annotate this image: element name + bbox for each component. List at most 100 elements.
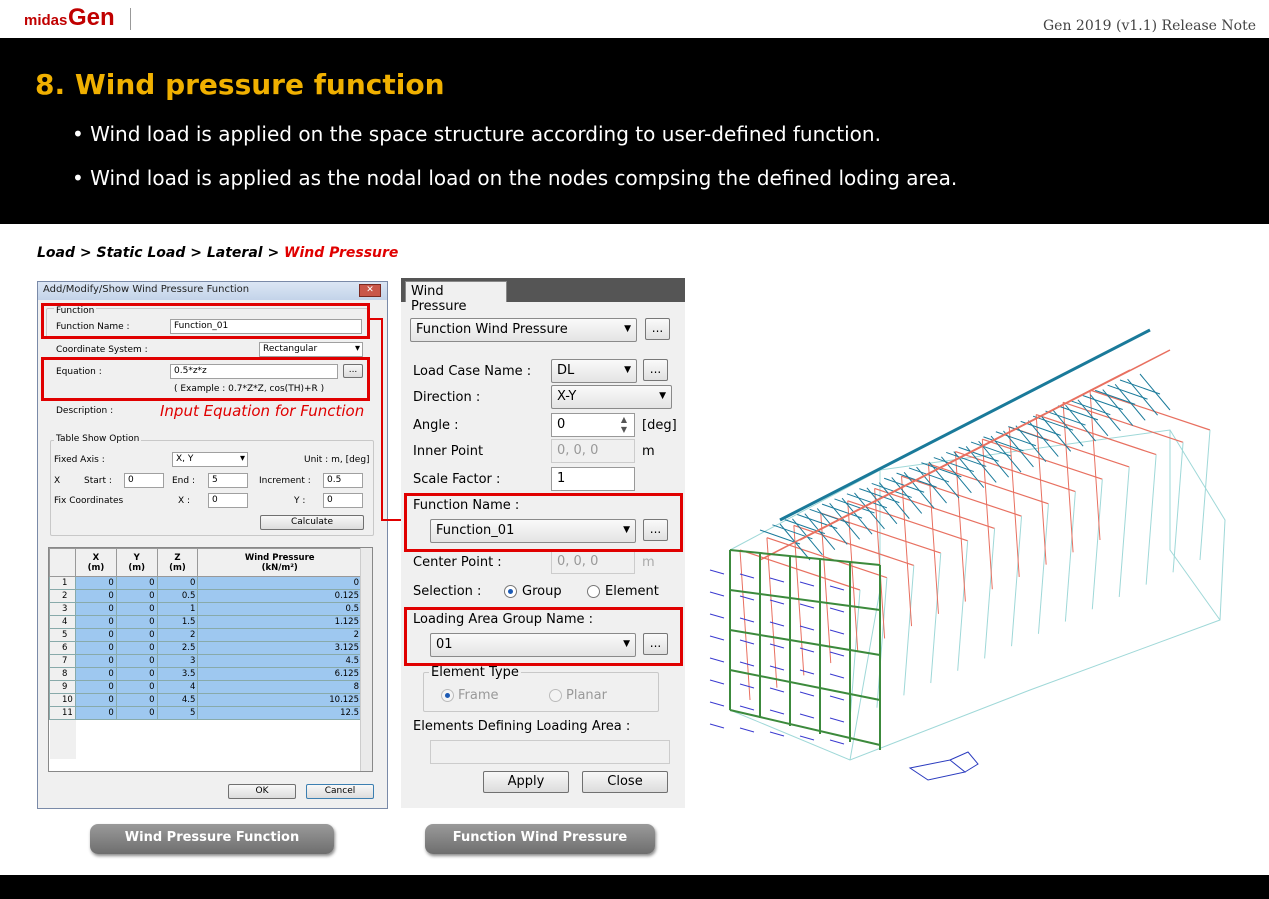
table-cell[interactable]: 1.5 [156,615,199,629]
table-row[interactable]: 7 0 0 3 4.5 [49,654,362,668]
table-cell[interactable]: 1.125 [197,615,362,629]
table-cell[interactable]: 0 [115,615,158,629]
table-cell[interactable]: 0 [115,589,158,603]
table-cell[interactable]: 10.125 [197,693,362,707]
table-row[interactable]: 11 0 0 5 12.5 [49,706,362,720]
table-row[interactable]: 2 0 0 0.5 0.125 [49,589,362,603]
table-scrollbar[interactable] [360,548,372,771]
scale-factor-label: Scale Factor : [413,472,501,487]
table-cell[interactable]: 2 [156,628,199,642]
fix-y-label: Y : [294,496,306,506]
table-cell[interactable]: 0.5 [156,589,199,603]
col-z: Z (m) [156,548,199,577]
direction-select[interactable]: X-Y [551,385,672,409]
frame-radio[interactable] [441,689,454,702]
fix-x-input[interactable]: 0 [208,493,248,508]
table-row[interactable]: 8 0 0 3.5 6.125 [49,667,362,681]
table-row[interactable]: 4 0 0 1.5 1.125 [49,615,362,629]
coordinate-system-select[interactable]: Rectangular [259,342,363,357]
axis-triad-icon [908,751,979,781]
angle-spinner-icon[interactable]: ▲ ▼ [616,415,632,435]
table-cell[interactable]: 5 [156,706,199,720]
logo-gen: Gen [68,4,115,31]
table-row[interactable]: 10000 [49,576,362,590]
row-number: 3 [49,602,76,616]
table-cell[interactable]: 4 [156,680,199,694]
annotation-input-equation: Input Equation for Function [160,402,365,420]
table-cell[interactable]: 0.5 [197,602,362,616]
table-cell[interactable]: 0 [75,602,117,616]
table-cell[interactable]: 0 [115,693,158,707]
table-cell[interactable]: 0 [156,576,199,590]
start-label: Start : [84,476,112,486]
direction-label: Direction : [413,390,481,405]
table-cell[interactable]: 0 [75,615,117,629]
cancel-button[interactable]: Cancel [306,784,374,799]
group-radio[interactable] [504,585,517,598]
table-cell[interactable]: 0.125 [197,589,362,603]
angle-label: Angle : [413,418,459,433]
table-cell[interactable]: 4.5 [197,654,362,668]
tab-wind-pressure[interactable]: Wind Pressure [405,281,507,314]
table-cell[interactable]: 0 [75,589,117,603]
breadcrumb-current: Wind Pressure [284,245,399,261]
table-cell[interactable]: 0 [75,667,117,681]
element-radio[interactable] [587,585,600,598]
apply-button[interactable]: Apply [483,771,569,793]
fixed-axis-select[interactable]: X, Y [172,452,248,467]
close-button[interactable]: Close [582,771,668,793]
mode-select[interactable]: Function Wind Pressure [410,318,637,342]
close-icon[interactable]: ✕ [359,284,381,297]
table-row[interactable]: 50022 [49,628,362,642]
table-cell[interactable]: 0 [75,693,117,707]
table-cell[interactable]: 0 [115,576,158,590]
dialog-title: Add/Modify/Show Wind Pressure Function [43,284,250,295]
table-cell[interactable]: 3 [156,654,199,668]
table-cell[interactable]: 0 [115,654,158,668]
table-cell[interactable]: 12.5 [197,706,362,720]
table-row[interactable]: 3 0 0 1 0.5 [49,602,362,616]
x-axis-label: X [54,476,61,486]
table-cell[interactable]: 0 [115,667,158,681]
table-cell[interactable]: 0 [75,628,117,642]
inner-point-input[interactable]: 0, 0, 0 [551,439,635,463]
table-cell[interactable]: 0 [115,706,158,720]
table-row[interactable]: 10 0 0 4.5 10.125 [49,693,362,707]
table-cell[interactable]: 3.125 [197,641,362,655]
table-cell[interactable]: 1 [156,602,199,616]
mode-options-button[interactable]: ... [645,318,670,340]
table-cell[interactable]: 0 [115,628,158,642]
table-cell[interactable]: 4.5 [156,693,199,707]
bullet-2: • Wind load is applied as the nodal load… [72,166,958,190]
table-cell[interactable]: 0 [75,706,117,720]
fix-x-label: X : [178,496,191,506]
table-row[interactable]: 6 0 0 2.5 3.125 [49,641,362,655]
start-input[interactable]: 0 [124,473,164,488]
table-cell[interactable]: 0 [197,576,362,590]
center-point-input[interactable]: 0, 0, 0 [551,550,635,574]
table-cell[interactable]: 2.5 [156,641,199,655]
elements-defining-input[interactable] [430,740,670,764]
table-cell[interactable]: 0 [115,602,158,616]
table-cell[interactable]: 0 [115,680,158,694]
table-cell[interactable]: 0 [75,654,117,668]
table-cell[interactable]: 0 [115,641,158,655]
table-cell[interactable]: 0 [75,641,117,655]
fix-y-input[interactable]: 0 [323,493,363,508]
load-case-button[interactable]: ... [643,359,668,381]
table-cell[interactable]: 8 [197,680,362,694]
scale-factor-input[interactable]: 1 [551,467,635,491]
table-cell[interactable]: 2 [197,628,362,642]
table-cell[interactable]: 0 [75,680,117,694]
end-input[interactable]: 5 [208,473,248,488]
table-row[interactable]: 90048 [49,680,362,694]
table-cell[interactable]: 6.125 [197,667,362,681]
increment-input[interactable]: 0.5 [323,473,363,488]
planar-radio[interactable] [549,689,562,702]
table-cell[interactable]: 0 [75,576,117,590]
calculate-button[interactable]: Calculate [260,515,364,530]
load-case-select[interactable]: DL [551,359,637,383]
table-cell[interactable]: 3.5 [156,667,199,681]
release-note-label: Gen 2019 (v1.1) Release Note [1042,18,1256,34]
ok-button[interactable]: OK [228,784,296,799]
